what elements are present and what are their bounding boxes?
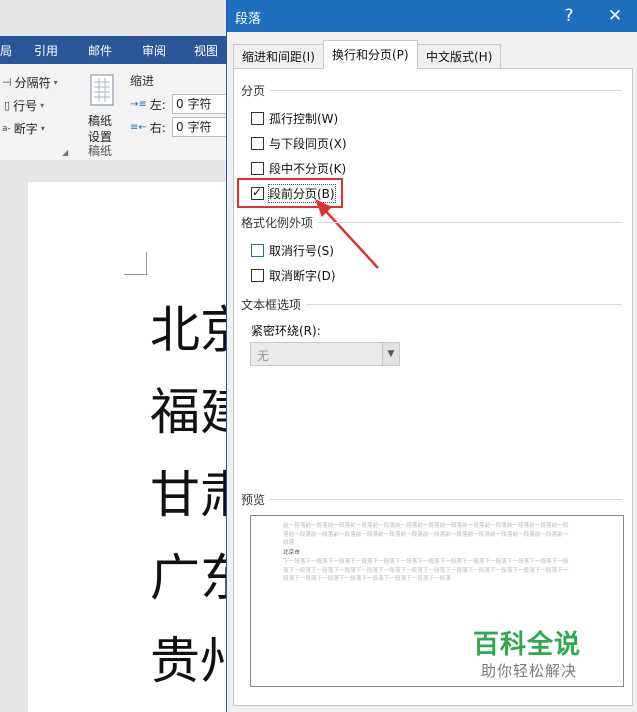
dialog-tabs: 缩进和间距(I) 换行和分页(P) 中文版式(H) <box>233 40 633 69</box>
preview-heading: 预览 <box>241 493 266 507</box>
tight-wrap-select[interactable]: 无 ▼ <box>250 342 400 366</box>
manuscript-icon <box>90 74 114 106</box>
preview-next-paragraph: 下一段落下一段落下一段落下一段落下一段落下一段落下一段落下一段落下一段落下一段落… <box>283 559 569 583</box>
line-numbers-icon: ▯ <box>4 99 11 112</box>
pagination-heading: 分页 <box>241 84 266 98</box>
hyphenation-button[interactable]: a- 断字 ▾ <box>2 120 45 137</box>
indent-left-input[interactable]: 0 字符 <box>172 94 231 114</box>
dialog-titlebar[interactable]: 段落 ? ✕ <box>227 0 637 32</box>
page-margin-marker <box>124 252 147 275</box>
divider <box>306 304 622 305</box>
separator-button[interactable]: ⊣ 分隔符 ▾ <box>2 74 58 91</box>
indent-left-icon: →≡ <box>130 99 147 110</box>
checkbox-box <box>251 269 264 282</box>
dropdown-arrow-icon: ▾ <box>40 101 45 110</box>
line-numbers-button[interactable]: ▯ 行号 ▾ <box>4 97 44 114</box>
suppress-line-numbers-checkbox[interactable]: 取消行号(S) <box>251 242 334 259</box>
tight-wrap-value: 无 <box>257 349 270 363</box>
watermark-slogan: 助你轻松解决 <box>481 662 578 680</box>
indent-left-label: →≡ 左: <box>130 98 166 112</box>
separator-icon: ⊣ <box>2 76 12 89</box>
checkbox-box <box>251 137 264 150</box>
dialog-launcher-icon[interactable]: ◢ <box>62 148 68 157</box>
chevron-down-icon[interactable]: ▼ <box>382 343 399 365</box>
indent-right-input[interactable]: 0 字符 <box>172 117 231 137</box>
ribbon-panel: ⊣ 分隔符 ▾ ▯ 行号 ▾ a- 断字 ▾ ◢ 稿纸 设置 稿纸 缩进 →≡ … <box>0 64 231 161</box>
annotation-arrow <box>315 199 379 269</box>
checkbox-box <box>251 162 264 175</box>
indent-group-label: 缩进 <box>130 74 155 88</box>
indent-right-icon: ≡← <box>130 122 147 133</box>
widow-control-checkbox[interactable]: 孤行控制(W) <box>251 110 338 127</box>
dont-hyphenate-checkbox[interactable]: 取消断字(D) <box>251 267 336 284</box>
ribbon-tab-bar: 局 引用 邮件 审阅 视图 <box>0 36 230 64</box>
divider <box>318 222 622 223</box>
checkbox-box <box>251 244 264 257</box>
dropdown-arrow-icon: ▾ <box>40 124 45 133</box>
keep-lines-together-checkbox[interactable]: 段中不分页(K) <box>251 160 346 177</box>
ribbon-tab-review[interactable]: 审阅 <box>142 42 166 59</box>
divider <box>270 499 622 500</box>
tab-line-page-breaks[interactable]: 换行和分页(P) <box>323 40 418 69</box>
checkbox-box <box>251 112 264 125</box>
ribbon-tab-mailings[interactable]: 邮件 <box>88 42 112 59</box>
hyphenation-icon: a- <box>2 123 11 134</box>
format-exceptions-heading: 格式化例外项 <box>241 216 314 230</box>
close-icon[interactable]: ✕ <box>601 4 629 28</box>
divider <box>270 90 622 91</box>
manuscript-group-label: 稿纸 <box>88 144 113 158</box>
preview-sample-paragraph: 北京市 <box>283 550 300 556</box>
keep-with-next-checkbox[interactable]: 与下段同页(X) <box>251 135 347 152</box>
manuscript-button[interactable]: 稿纸 设置 <box>84 72 120 144</box>
ribbon-tab-view[interactable]: 视图 <box>194 42 218 59</box>
dropdown-arrow-icon: ▾ <box>53 78 58 87</box>
dialog-title: 段落 <box>235 12 262 27</box>
ribbon-tab-references[interactable]: 引用 <box>34 42 58 59</box>
watermark-brand: 百科全说 <box>473 630 582 660</box>
tab-indents-spacing[interactable]: 缩进和间距(I) <box>233 44 324 68</box>
indent-right-label: ≡← 右: <box>130 121 166 135</box>
textbox-options-heading: 文本框选项 <box>241 298 302 312</box>
watermark-logo: 百科全说 助你轻松解决 <box>455 624 615 688</box>
help-button[interactable]: ? <box>555 4 583 28</box>
tight-wrap-label: 紧密环绕(R): <box>251 324 321 338</box>
preview-previous-paragraph: 前一段落前一段落前一段落前一段落前一段落前一段落前一段落前一段落前一段落前一段落… <box>283 523 569 547</box>
tab-asian-typography[interactable]: 中文版式(H) <box>417 44 502 68</box>
ribbon-tab-layout[interactable]: 局 <box>0 42 12 59</box>
